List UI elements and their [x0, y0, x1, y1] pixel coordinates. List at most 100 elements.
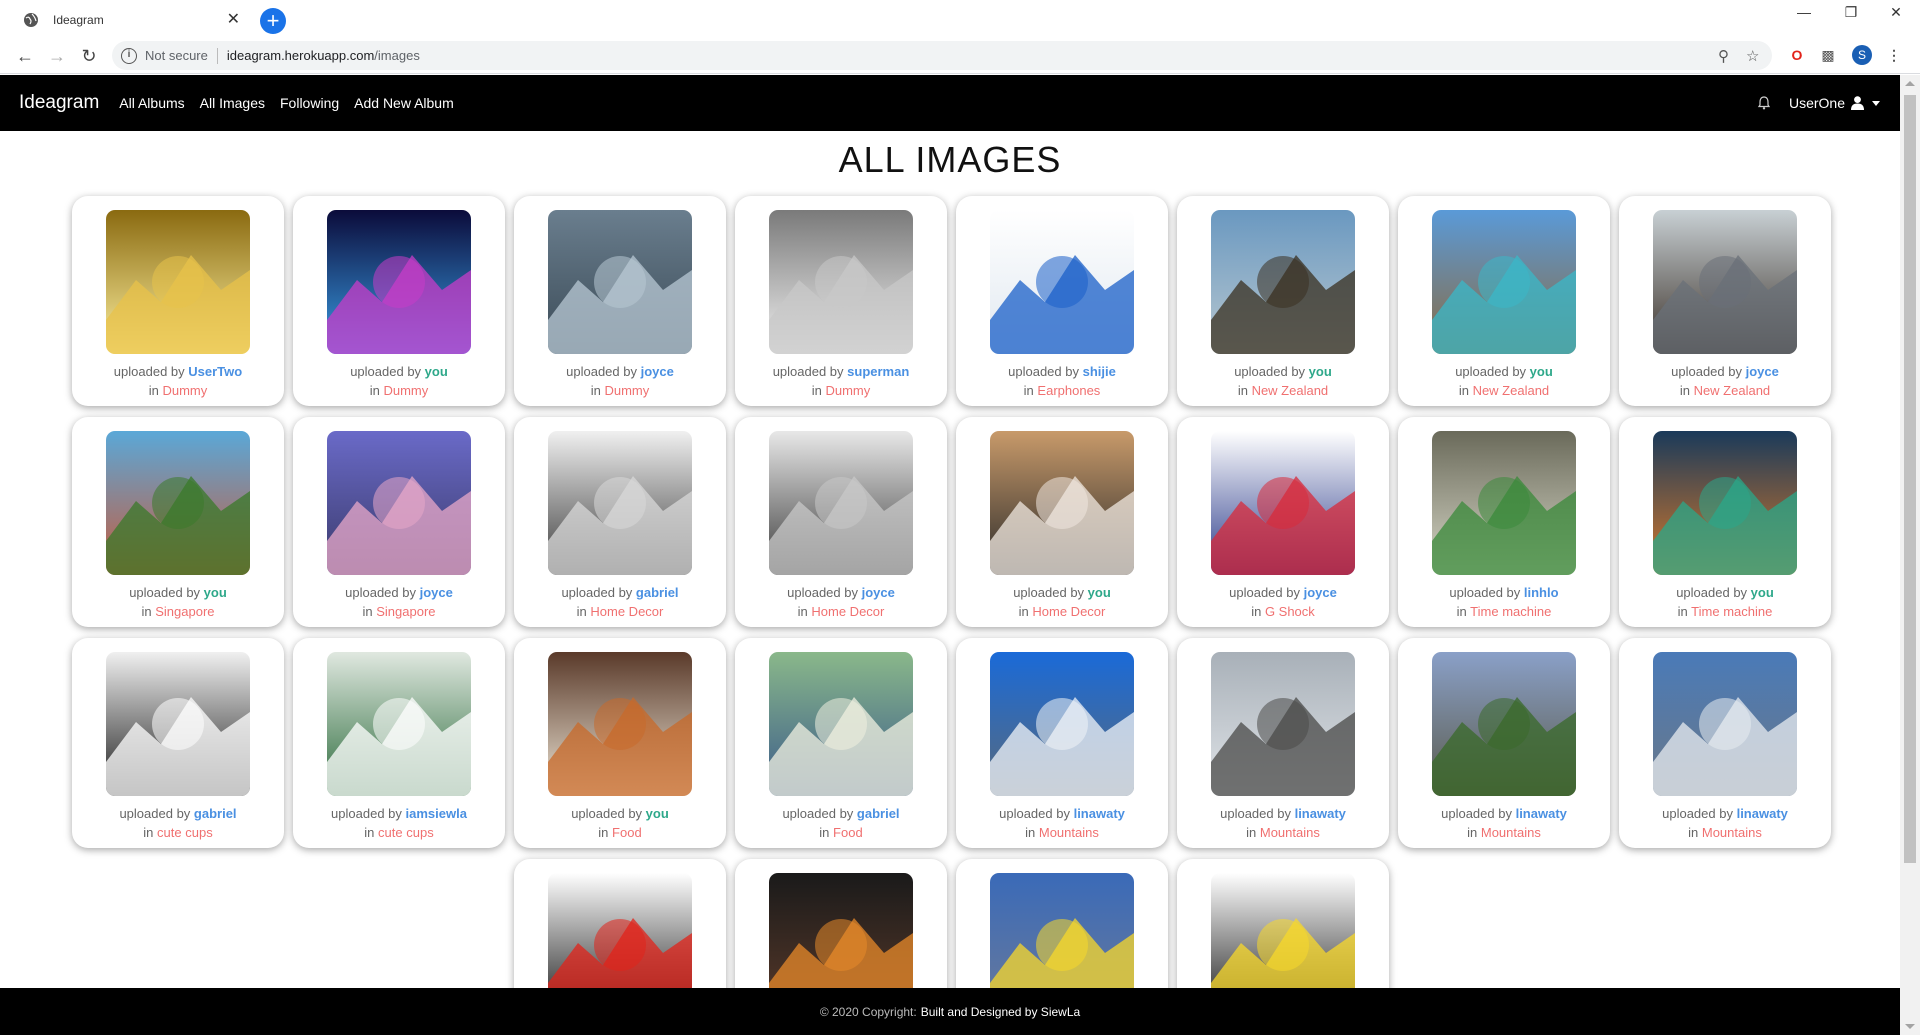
image-card[interactable]: uploaded by linhlo in Time machine — [1398, 417, 1610, 627]
album-link[interactable]: cute cups — [378, 825, 434, 840]
uploader-link[interactable]: linhlo — [1524, 585, 1559, 600]
album-link[interactable]: Time machine — [1691, 604, 1772, 619]
dropdown-caret-icon[interactable] — [1872, 100, 1880, 106]
uploader-link[interactable]: superman — [847, 364, 909, 379]
image-card[interactable]: uploaded by you in New Zealand — [1177, 196, 1389, 406]
scroll-down-icon[interactable] — [1905, 1024, 1915, 1029]
album-link[interactable]: G Shock — [1265, 604, 1315, 619]
image-thumbnail[interactable] — [327, 210, 471, 354]
album-link[interactable]: Earphones — [1037, 383, 1100, 398]
album-link[interactable]: Mountains — [1260, 825, 1320, 840]
uploader-link[interactable]: you — [646, 806, 669, 821]
brand-logo[interactable]: Ideagram — [19, 92, 99, 114]
uploader-link[interactable]: shijie — [1083, 364, 1116, 379]
album-link[interactable]: Dummy — [162, 383, 207, 398]
image-thumbnail[interactable] — [1432, 652, 1576, 796]
image-card[interactable]: uploaded by gabriel in Food — [735, 638, 947, 848]
close-tab-icon[interactable]: ✕ — [227, 12, 240, 28]
album-link[interactable]: Mountains — [1481, 825, 1541, 840]
album-link[interactable]: New Zealand — [1473, 383, 1550, 398]
image-thumbnail[interactable] — [548, 431, 692, 575]
image-card[interactable]: uploaded by you in Time machine — [1619, 417, 1831, 627]
uploader-link[interactable]: you — [1309, 364, 1332, 379]
image-card[interactable]: uploaded by joyce in Home Decor — [735, 417, 947, 627]
page-scrollbar[interactable] — [1900, 75, 1920, 1035]
uploader-link[interactable]: gabriel — [194, 806, 237, 821]
image-card[interactable] — [514, 859, 726, 988]
uploader-link[interactable]: joyce — [862, 585, 895, 600]
uploader-link[interactable]: you — [204, 585, 227, 600]
uploader-link[interactable]: linawaty — [1074, 806, 1125, 821]
album-link[interactable]: Home Decor — [590, 604, 663, 619]
album-link[interactable]: Food — [612, 825, 642, 840]
uploader-link[interactable]: linawaty — [1295, 806, 1346, 821]
image-thumbnail[interactable] — [1432, 210, 1576, 354]
nav-add-new-album[interactable]: Add New Album — [354, 95, 454, 111]
image-card[interactable]: uploaded by iamsiewla in cute cups — [293, 638, 505, 848]
album-link[interactable]: New Zealand — [1252, 383, 1329, 398]
album-link[interactable]: Dummy — [825, 383, 870, 398]
image-thumbnail[interactable] — [1653, 431, 1797, 575]
menu-icon[interactable]: ⋮ — [1884, 45, 1904, 65]
image-card[interactable]: uploaded by you in Home Decor — [956, 417, 1168, 627]
username[interactable]: UserOne — [1789, 95, 1845, 111]
uploader-link[interactable]: UserTwo — [188, 364, 242, 379]
image-card[interactable]: uploaded by linawaty in Mountains — [1619, 638, 1831, 848]
uploader-link[interactable]: iamsiewla — [406, 806, 467, 821]
close-window-icon[interactable]: ✕ — [1872, 0, 1920, 24]
image-card[interactable]: uploaded by linawaty in Mountains — [1177, 638, 1389, 848]
album-link[interactable]: Mountains — [1039, 825, 1099, 840]
image-thumbnail[interactable] — [1211, 431, 1355, 575]
album-link[interactable]: New Zealand — [1694, 383, 1771, 398]
image-card[interactable]: uploaded by gabriel in cute cups — [72, 638, 284, 848]
image-thumbnail[interactable] — [1653, 210, 1797, 354]
image-thumbnail[interactable] — [990, 873, 1134, 988]
restore-icon[interactable]: ❐ — [1827, 0, 1875, 24]
image-card[interactable]: uploaded by you in New Zealand — [1398, 196, 1610, 406]
image-card[interactable]: uploaded by joyce in New Zealand — [1619, 196, 1831, 406]
image-thumbnail[interactable] — [990, 431, 1134, 575]
image-thumbnail[interactable] — [769, 431, 913, 575]
minimize-icon[interactable]: — — [1780, 0, 1828, 24]
user-icon[interactable] — [1851, 96, 1864, 110]
image-thumbnail[interactable] — [327, 652, 471, 796]
image-thumbnail[interactable] — [1432, 431, 1576, 575]
uploader-link[interactable]: gabriel — [857, 806, 900, 821]
image-thumbnail[interactable] — [769, 652, 913, 796]
image-thumbnail[interactable] — [548, 210, 692, 354]
star-icon[interactable]: ☆ — [1746, 47, 1759, 65]
image-card[interactable]: uploaded by UserTwo in Dummy — [72, 196, 284, 406]
album-link[interactable]: cute cups — [157, 825, 213, 840]
uploader-link[interactable]: you — [1751, 585, 1774, 600]
browser-tab[interactable]: Ideagram ✕ — [8, 3, 254, 37]
image-thumbnail[interactable] — [1653, 652, 1797, 796]
uploader-link[interactable]: you — [1530, 364, 1553, 379]
uploader-link[interactable]: joyce — [641, 364, 674, 379]
image-card[interactable]: uploaded by joyce in Dummy — [514, 196, 726, 406]
album-link[interactable]: Dummy — [383, 383, 428, 398]
uploader-link[interactable]: joyce — [1304, 585, 1337, 600]
image-thumbnail[interactable] — [1211, 652, 1355, 796]
image-thumbnail[interactable] — [990, 652, 1134, 796]
image-card[interactable]: uploaded by gabriel in Home Decor — [514, 417, 726, 627]
image-thumbnail[interactable] — [106, 210, 250, 354]
new-tab-button[interactable]: + — [260, 8, 286, 34]
image-card[interactable]: uploaded by superman in Dummy — [735, 196, 947, 406]
nav-all-images[interactable]: All Images — [200, 95, 265, 111]
profile-avatar[interactable]: S — [1852, 45, 1872, 65]
image-card[interactable]: uploaded by linawaty in Mountains — [1398, 638, 1610, 848]
extensions-icon[interactable]: ▩ — [1818, 45, 1838, 65]
image-card[interactable]: uploaded by joyce in Singapore — [293, 417, 505, 627]
uploader-link[interactable]: linawaty — [1516, 806, 1567, 821]
album-link[interactable]: Time machine — [1470, 604, 1551, 619]
album-link[interactable]: Food — [833, 825, 863, 840]
image-card[interactable] — [735, 859, 947, 988]
opera-icon[interactable]: O — [1787, 45, 1807, 65]
image-thumbnail[interactable] — [548, 652, 692, 796]
scrollbar-thumb[interactable] — [1904, 95, 1916, 863]
nav-following[interactable]: Following — [280, 95, 339, 111]
uploader-link[interactable]: you — [425, 364, 448, 379]
info-icon[interactable]: i — [121, 47, 137, 64]
image-card[interactable]: uploaded by linawaty in Mountains — [956, 638, 1168, 848]
image-card[interactable]: uploaded by you in Food — [514, 638, 726, 848]
